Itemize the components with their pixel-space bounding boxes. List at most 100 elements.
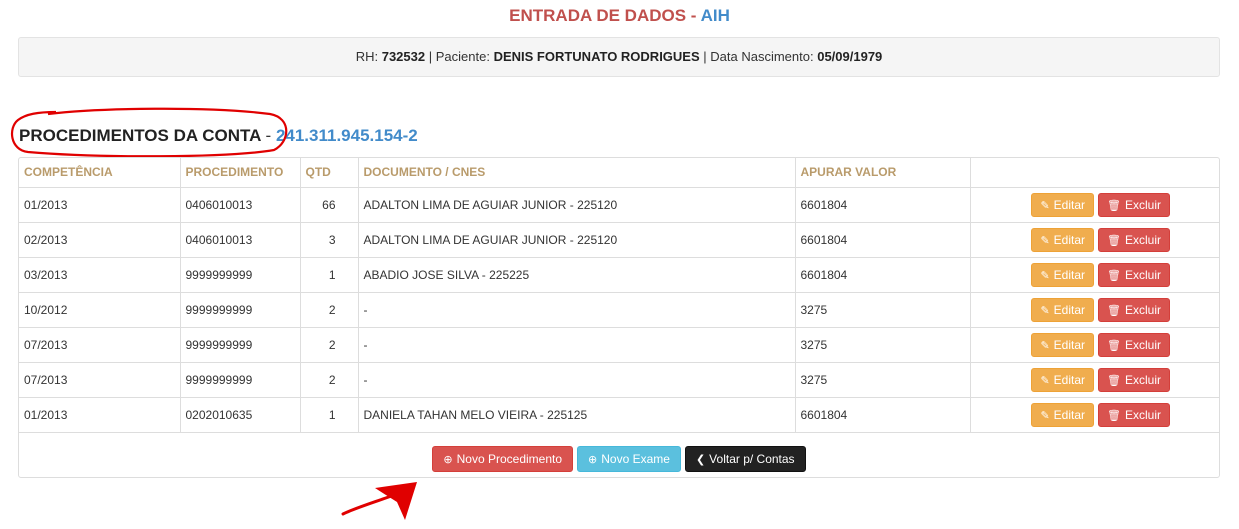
cell-procedimento: 9999999999 (180, 292, 301, 328)
pencil-icon: ✎ (1040, 409, 1050, 422)
cell-actions: ✎ Editar 🗑︎ Excluir (970, 257, 1219, 293)
edit-label: Editar (1053, 302, 1086, 317)
cell-procedimento: 0406010013 (180, 222, 301, 258)
col-actions (970, 158, 1219, 188)
plus-circle-icon: ⊕ (588, 454, 598, 466)
back-to-accounts-button[interactable]: ❮ Voltar p/ Contas (684, 446, 806, 472)
table-header-row: COMPETÊNCIA PROCEDIMENTO QTD DOCUMENTO /… (19, 158, 1219, 188)
edit-label: Editar (1053, 267, 1086, 282)
edit-button[interactable]: ✎ Editar (1031, 297, 1095, 322)
edit-button[interactable]: ✎ Editar (1031, 192, 1095, 217)
cell-apurar-valor: 6601804 (795, 257, 971, 293)
table-row: 01/2013 0406010013 66 ADALTON LIMA DE AGUIA… (19, 187, 1219, 223)
cell-competencia: 02/2013 (19, 222, 181, 258)
rh-value: 732532 (381, 49, 426, 64)
birth-date: 05/09/1979 (817, 49, 883, 64)
birth-label: | Data Nascimento: (703, 49, 814, 64)
page-title-main: ENTRADA DE DADOS - (509, 6, 697, 25)
account-number: 241.311.945.154-2 (275, 126, 418, 145)
cell-qtd: 2 (300, 327, 359, 363)
cell-apurar-valor: 3275 (795, 362, 971, 398)
edit-button[interactable]: ✎ Editar (1031, 332, 1095, 357)
edit-label: Editar (1053, 197, 1086, 212)
cell-procedimento: 0202010635 (180, 397, 301, 433)
cell-actions: ✎ Editar 🗑︎ Excluir (970, 362, 1219, 398)
pencil-icon: ✎ (1040, 234, 1050, 247)
col-apurar-valor: APURAR VALOR (795, 158, 971, 188)
cell-procedimento: 9999999999 (180, 257, 301, 293)
delete-label: Excluir (1124, 372, 1161, 387)
delete-label: Excluir (1124, 407, 1161, 422)
cell-documento: - (358, 292, 796, 328)
edit-button[interactable]: ✎ Editar (1031, 402, 1095, 427)
new-procedure-label: Novo Procedimento (456, 452, 563, 466)
table-row: 01/2013 0202010635 1 DANIELA TAHAN MELO VIE… (19, 397, 1219, 433)
cell-qtd: 3 (300, 222, 359, 258)
new-procedure-button[interactable]: ⊕ Novo Procedimento (432, 446, 574, 472)
red-arrow-annotation (341, 482, 417, 520)
delete-button[interactable]: 🗑︎ Excluir (1098, 367, 1170, 392)
page-title: ENTRADA DE DADOS - AIH (0, 6, 1239, 26)
procedures-panel: COMPETÊNCIA PROCEDIMENTO QTD DOCUMENTO /… (18, 157, 1220, 478)
edit-button[interactable]: ✎ Editar (1031, 262, 1095, 287)
delete-button[interactable]: 🗑︎ Excluir (1098, 262, 1170, 287)
trash-icon: 🗑︎ (1107, 269, 1121, 282)
delete-label: Excluir (1124, 302, 1161, 317)
cell-competencia: 01/2013 (19, 187, 181, 223)
trash-icon: 🗑︎ (1107, 234, 1121, 247)
delete-label: Excluir (1124, 337, 1161, 352)
cell-documento: ADALTON LIMA DE AGUIAR JUNIOR - 225120 (358, 187, 796, 223)
cell-actions: ✎ Editar 🗑︎ Excluir (970, 222, 1219, 258)
trash-icon: 🗑︎ (1107, 199, 1121, 212)
delete-label: Excluir (1124, 197, 1161, 212)
cell-actions: ✎ Editar 🗑︎ Excluir (970, 292, 1219, 328)
cell-documento: ABADIO JOSE SILVA - 225225 (358, 257, 796, 293)
table-row: 07/2013 9999999999 2-3275 ✎ Editar 🗑︎ Excluir (19, 362, 1219, 398)
cell-competencia: 01/2013 (19, 397, 181, 433)
plus-circle-icon: ⊕ (443, 454, 453, 466)
cell-documento: DANIELA TAHAN MELO VIEIRA - 225125 (358, 397, 796, 433)
table-row: 07/2013 9999999999 2-3275 ✎ Editar 🗑︎ Excluir (19, 327, 1219, 363)
new-exam-label: Novo Exame (601, 452, 670, 466)
edit-button[interactable]: ✎ Editar (1031, 367, 1095, 392)
table-row: 02/2013 0406010013 3 ADALTON LIMA DE AGUIAR… (19, 222, 1219, 258)
cell-competencia: 10/2012 (19, 292, 181, 328)
cell-apurar-valor: 6601804 (795, 187, 971, 223)
table-row: 03/2013 9999999999 1 ABADIO JOSE SILVA - 22… (19, 257, 1219, 293)
trash-icon: 🗑︎ (1107, 409, 1121, 422)
cell-apurar-valor: 3275 (795, 292, 971, 328)
delete-button[interactable]: 🗑︎ Excluir (1098, 332, 1170, 357)
new-exam-button[interactable]: ⊕ Novo Exame (577, 446, 681, 472)
rh-label: RH: (355, 49, 379, 64)
cell-qtd: 66 (300, 187, 359, 223)
pencil-icon: ✎ (1040, 339, 1050, 352)
edit-button[interactable]: ✎ Editar (1031, 227, 1095, 252)
trash-icon: 🗑︎ (1107, 374, 1121, 387)
cell-qtd: 1 (300, 397, 359, 433)
pencil-icon: ✎ (1040, 374, 1050, 387)
delete-button[interactable]: 🗑︎ Excluir (1098, 297, 1170, 322)
delete-button[interactable]: 🗑︎ Excluir (1098, 227, 1170, 252)
cell-qtd: 2 (300, 362, 359, 398)
footer-actions: ⊕ Novo Procedimento ⊕ Novo Exame ❮ Voltar p… (19, 446, 1219, 472)
page-title-type: AIH (700, 6, 730, 25)
patient-info-bar: RH: 732532 | Paciente: DENIS FORTUNATO R… (18, 37, 1220, 77)
pencil-icon: ✎ (1040, 269, 1050, 282)
pencil-icon: ✎ (1040, 304, 1050, 317)
cell-apurar-valor: 6601804 (795, 397, 971, 433)
section-separator: - (265, 126, 272, 145)
delete-button[interactable]: 🗑︎ Excluir (1098, 192, 1170, 217)
patient-name: DENIS FORTUNATO RODRIGUES (493, 49, 700, 64)
back-label: Voltar p/ Contas (709, 452, 795, 466)
section-heading: PROCEDIMENTOS DA CONTA - 241.311.945.154… (19, 126, 418, 146)
cell-actions: ✎ Editar 🗑︎ Excluir (970, 397, 1219, 433)
delete-button[interactable]: 🗑︎ Excluir (1098, 402, 1170, 427)
cell-procedimento: 0406010013 (180, 187, 301, 223)
delete-label: Excluir (1124, 267, 1161, 282)
col-qtd: QTD (300, 158, 359, 188)
cell-apurar-valor: 3275 (795, 327, 971, 363)
cell-procedimento: 9999999999 (180, 327, 301, 363)
chevron-left-icon: ❮ (695, 454, 706, 466)
edit-label: Editar (1053, 372, 1086, 387)
edit-label: Editar (1053, 232, 1086, 247)
